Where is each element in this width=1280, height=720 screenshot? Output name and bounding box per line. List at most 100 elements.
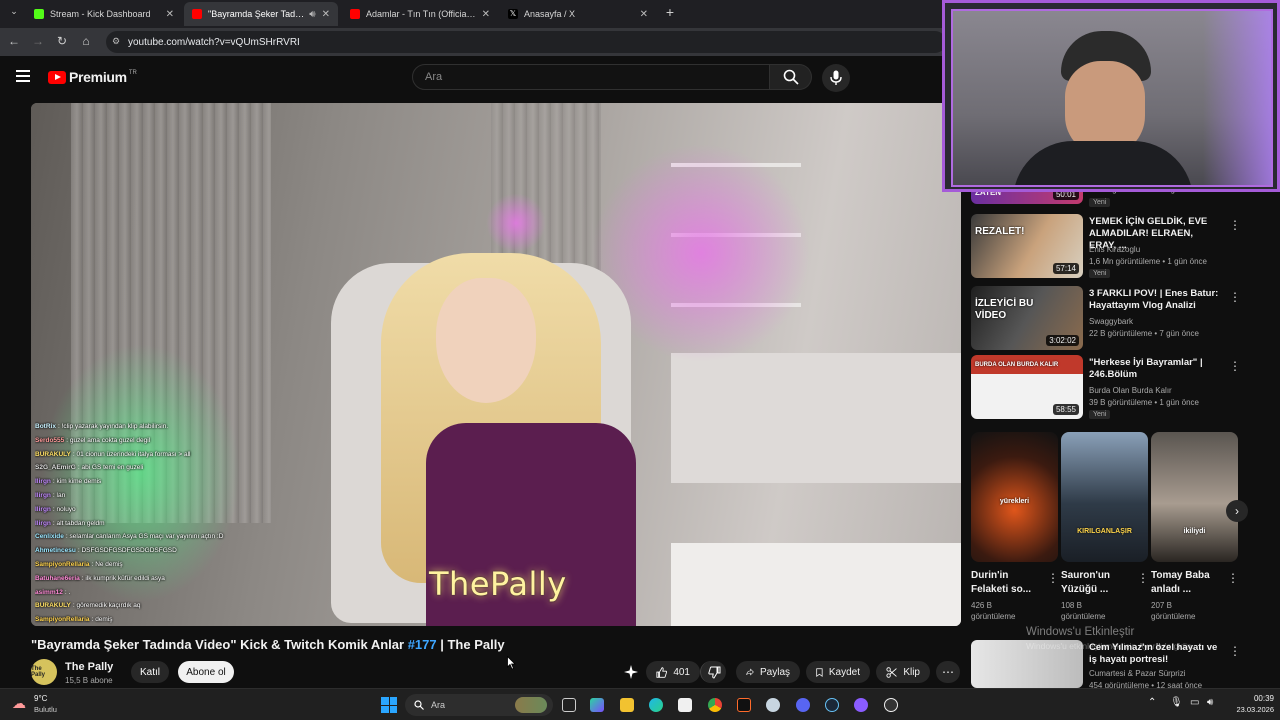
like-button[interactable]: 401 bbox=[646, 661, 700, 683]
more-vert-icon[interactable]: ⋮ bbox=[1137, 571, 1149, 585]
more-vert-icon[interactable]: ⋮ bbox=[1047, 571, 1059, 585]
chat-username: Ilirgn bbox=[35, 505, 51, 513]
obs-icon[interactable] bbox=[854, 698, 868, 712]
close-tab-icon[interactable]: ✕ bbox=[640, 9, 648, 20]
clip-button[interactable]: Klip bbox=[876, 661, 930, 683]
video-title: "Bayramda Şeker Tadında Video" Kick & Tw… bbox=[31, 637, 505, 652]
more-vert-icon[interactable]: ⋮ bbox=[1229, 290, 1241, 304]
share-button[interactable]: Paylaş bbox=[736, 661, 800, 683]
close-tab-icon[interactable]: ✕ bbox=[482, 9, 490, 20]
more-vert-icon[interactable]: ⋮ bbox=[1227, 571, 1239, 585]
microphone-tray-icon[interactable]: 🎙︎ bbox=[1170, 697, 1183, 708]
clock[interactable]: 00:39 23.03.2026 bbox=[1222, 694, 1274, 714]
shorts-thumbnail[interactable]: KIRILGANLAŞIR bbox=[1061, 432, 1148, 562]
shorts-info[interactable]: Sauron'un Yüzüğü ... 108 B görüntüleme ⋮ bbox=[1061, 569, 1151, 622]
browser-tab-active[interactable]: "Bayramda Şeker Tadında V 🔊︎ ✕ bbox=[184, 2, 338, 26]
start-button[interactable] bbox=[381, 697, 397, 713]
chat-message: Ilirgn: lan bbox=[35, 489, 285, 503]
avatar-text: The Pally bbox=[31, 666, 46, 678]
video-meta: 1,6 Mn görüntüleme • 1 gün önce bbox=[1089, 257, 1207, 266]
browser-tab[interactable]: Stream - Kick Dashboard ✕ bbox=[26, 2, 182, 26]
channel-avatar[interactable]: The Pally bbox=[31, 659, 57, 685]
site-info-icon[interactable]: ⚙ bbox=[112, 36, 120, 47]
steam-icon[interactable] bbox=[825, 698, 839, 712]
search-button[interactable] bbox=[770, 64, 812, 90]
shorts-info[interactable]: Durin'in Felaketi so... 426 B görüntüleme… bbox=[971, 569, 1061, 622]
more-actions-button[interactable]: ⋯ bbox=[936, 661, 960, 683]
more-vert-icon[interactable]: ⋮ bbox=[1229, 359, 1241, 373]
recommendation-item[interactable]: İZLEYİCİ BU VİDEO 3:02:02 3 FARKLI POV! | … bbox=[971, 286, 1241, 350]
url-bar[interactable]: ⚙ youtube.com/watch?v=vQUmSHrRVRI bbox=[106, 31, 946, 53]
forward-icon[interactable]: → bbox=[30, 34, 46, 48]
microsoft-store-icon[interactable] bbox=[678, 698, 692, 712]
subscribe-button[interactable]: Abone ol bbox=[178, 661, 234, 683]
home-icon[interactable]: ⌂ bbox=[78, 34, 94, 48]
bookmark-icon bbox=[816, 667, 823, 677]
browser-tab[interactable]: Adamlar - Tın Tın (Official Audi ✕ bbox=[342, 2, 498, 26]
back-icon[interactable]: ← bbox=[6, 34, 22, 48]
video-player[interactable]: ThePally BotRix: !clip yazarak yayından … bbox=[31, 103, 961, 626]
volume-icon[interactable]: 🔊︎ bbox=[1207, 697, 1213, 708]
microphone-icon bbox=[830, 70, 842, 85]
copilot-icon[interactable] bbox=[590, 698, 604, 712]
chat-text: DSFGSDFGSDFGSDGDSFGSD bbox=[81, 547, 177, 555]
save-button[interactable]: Kaydet bbox=[806, 661, 870, 683]
chat-text: 01 cionun üzerindeki italya forması > al… bbox=[76, 450, 191, 458]
share-icon bbox=[746, 668, 754, 676]
shorts-thumbnail[interactable]: yürekleri bbox=[971, 432, 1058, 562]
discord-icon[interactable] bbox=[796, 698, 810, 712]
chat-username: SampiyonRellaria bbox=[35, 560, 90, 568]
new-tab-button[interactable]: + bbox=[662, 4, 678, 20]
search-icon bbox=[783, 69, 799, 85]
share-label: Paylaş bbox=[759, 666, 790, 678]
more-vert-icon[interactable]: ⋮ bbox=[1229, 218, 1241, 232]
menu-icon[interactable] bbox=[16, 70, 30, 82]
next-shorts-button[interactable]: › bbox=[1226, 500, 1248, 522]
weather-widget[interactable]: ☁ 9°C Bulutlu bbox=[10, 693, 90, 717]
browser-tab[interactable]: 𝕏 Anasayfa / X ✕ bbox=[500, 2, 656, 26]
file-explorer-icon[interactable] bbox=[620, 698, 634, 712]
chat-username: Ilirgn bbox=[35, 478, 51, 486]
edge-browser-icon[interactable] bbox=[649, 698, 663, 712]
stream-overlay-name: ThePally bbox=[429, 565, 567, 603]
chat-message: Batuhane6eria: ilk kumprik küfür edildi … bbox=[35, 572, 285, 586]
channel-name[interactable]: The Pally bbox=[65, 661, 113, 673]
tab-title: Anasayfa / X bbox=[524, 9, 576, 19]
youtube-premium-logo[interactable]: Premium TR bbox=[48, 69, 137, 85]
dislike-button[interactable] bbox=[700, 661, 726, 683]
voice-search-button[interactable] bbox=[822, 64, 850, 92]
more-vert-icon[interactable]: ⋮ bbox=[1229, 644, 1241, 658]
close-tab-icon[interactable]: ✕ bbox=[322, 9, 330, 20]
ask-ai-button[interactable] bbox=[620, 661, 642, 683]
hashtag-link[interactable]: #177 bbox=[408, 637, 437, 652]
chat-text: göremedik kaçırdık aq bbox=[76, 602, 141, 610]
recommendation-item[interactable]: BURDA OLAN BURDA KALIR 58:55 "Herkese İyi … bbox=[971, 355, 1241, 419]
close-tab-icon[interactable]: ✕ bbox=[166, 9, 174, 20]
shorts-thumbnail[interactable]: ikiliydi bbox=[1151, 432, 1238, 562]
shorts-info[interactable]: Tomay Baba anladı ... 207 B görüntüleme ⋮ bbox=[1151, 569, 1241, 622]
chat-username: Cenlixide bbox=[35, 533, 64, 541]
tab-list-chevron-icon[interactable]: ⌄ bbox=[6, 6, 22, 17]
recommendation-item[interactable]: REZALET! 57:14 YEMEK İÇİN GELDİK, EVE ALMA… bbox=[971, 214, 1241, 278]
speaker-icon[interactable]: 🔊︎ bbox=[309, 9, 315, 20]
video-thumbnail: REZALET! 57:14 bbox=[971, 214, 1083, 278]
thumbs-down-icon bbox=[708, 666, 721, 679]
shorts-views: 207 B görüntüleme bbox=[1151, 601, 1196, 621]
task-view-icon[interactable] bbox=[562, 698, 576, 712]
chrome-icon[interactable] bbox=[708, 698, 722, 712]
taskbar-search[interactable]: Ara bbox=[405, 694, 553, 716]
chat-text: selamlar canlarım Asya GS maçı var yayın… bbox=[69, 533, 224, 541]
show-hidden-icons[interactable]: ⌃ bbox=[1148, 697, 1156, 708]
network-icon[interactable]: ▭ bbox=[1190, 697, 1199, 708]
activation-watermark-sub: Windows'u etkinleştirmek için Ayarlar'a … bbox=[1026, 641, 1194, 651]
weather-cloud-icon: ☁ bbox=[12, 695, 26, 711]
reload-icon[interactable]: ↻ bbox=[54, 34, 70, 48]
search-input[interactable]: Ara bbox=[412, 64, 770, 90]
join-button[interactable]: Katıl bbox=[131, 661, 169, 683]
chat-text: noluyo bbox=[56, 505, 76, 513]
mouse-cursor-icon bbox=[507, 656, 516, 670]
channel-name: Cumartesi & Pazar Sürprizi bbox=[1089, 669, 1186, 678]
recording-app-icon[interactable] bbox=[884, 698, 898, 712]
steam-app-icon[interactable] bbox=[766, 698, 780, 712]
terminal-icon[interactable] bbox=[737, 698, 751, 712]
